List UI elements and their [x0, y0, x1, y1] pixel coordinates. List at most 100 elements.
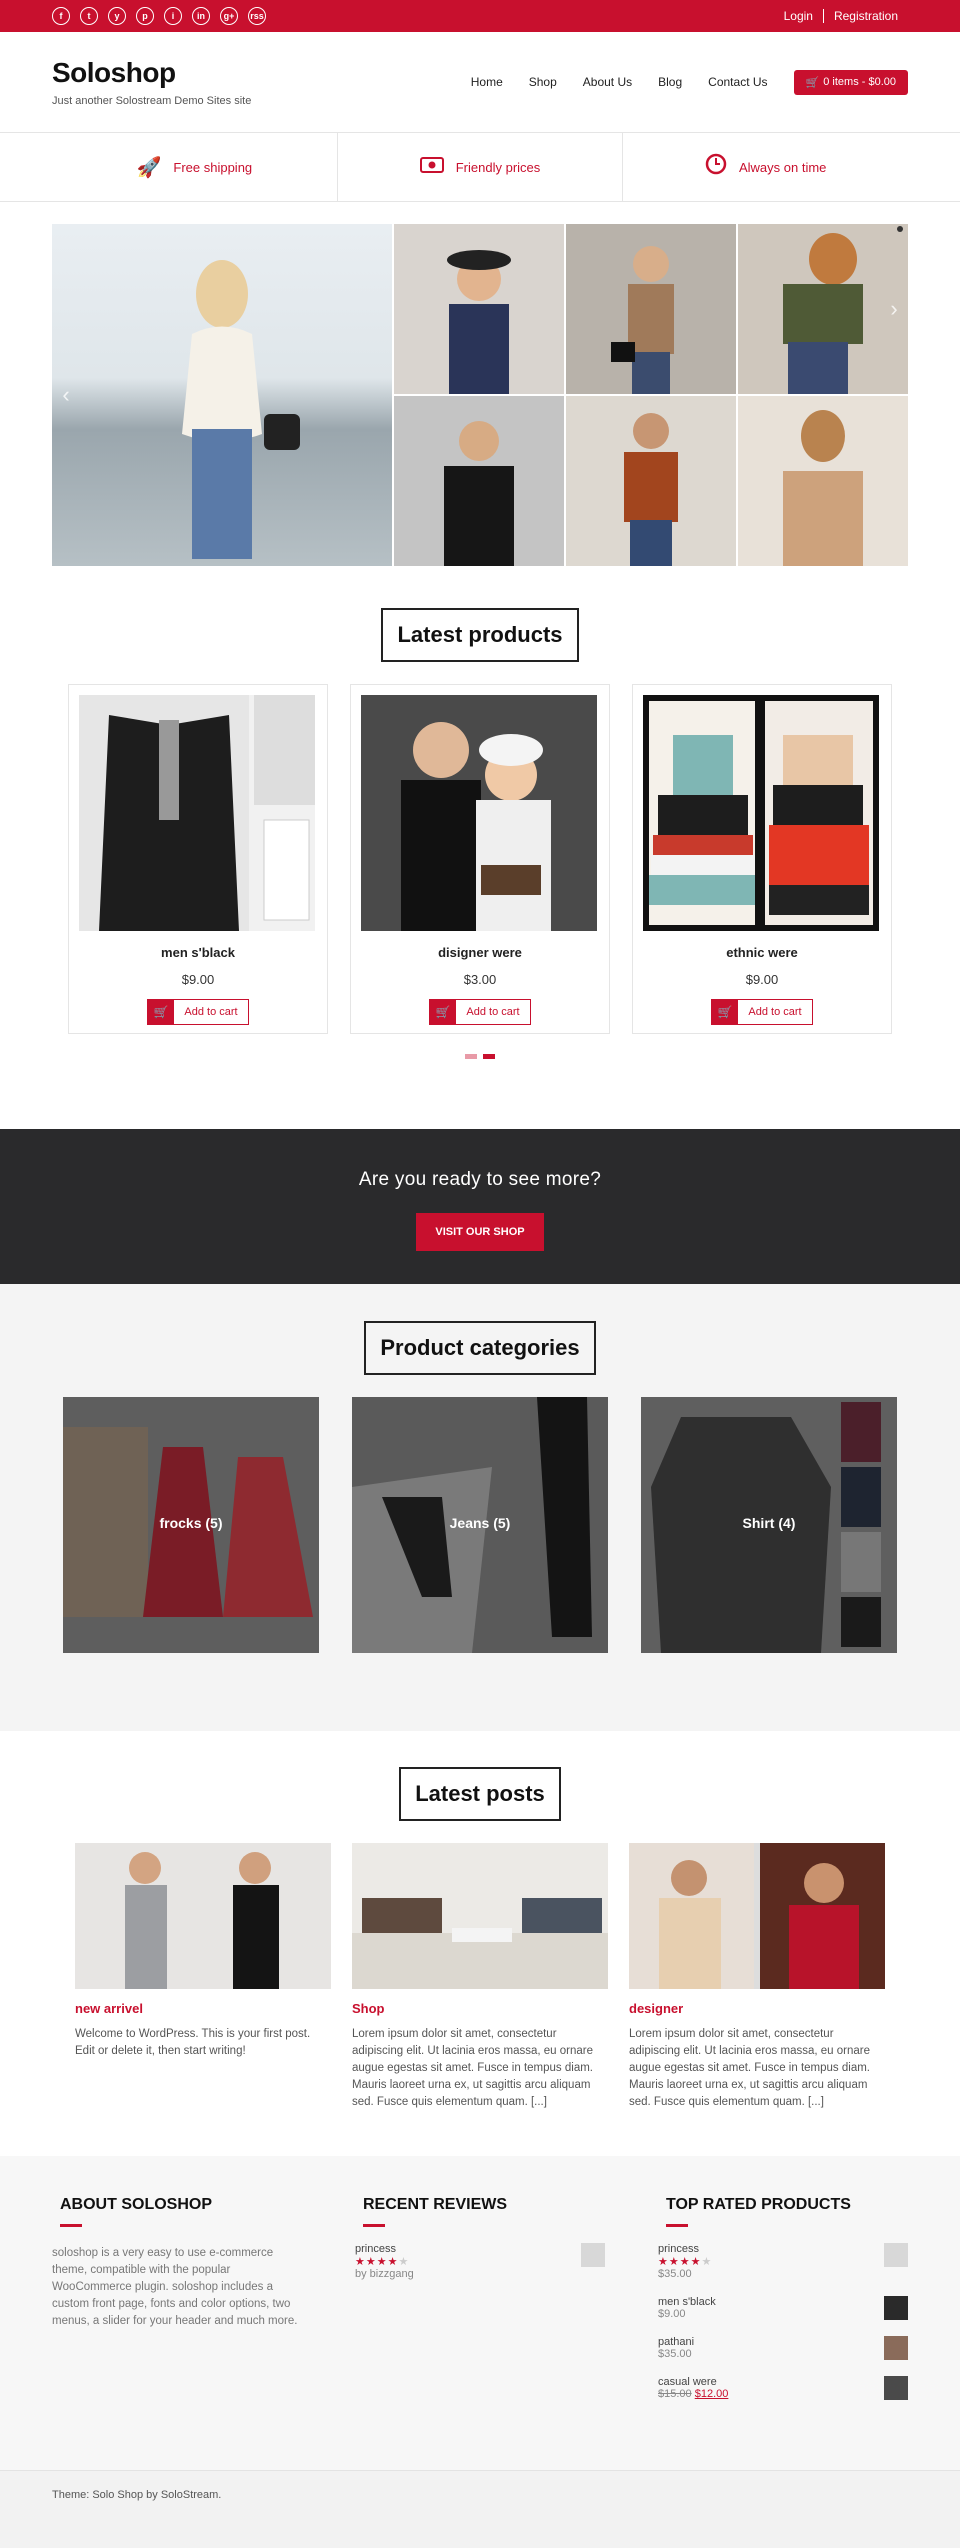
slider-prev-arrow[interactable]: ‹ — [56, 380, 76, 410]
category-label: Shirt (4) — [742, 1515, 796, 1531]
slider-image: ‹ — [52, 224, 392, 566]
widget-title: RECENT REVIEWS — [363, 2196, 508, 2213]
main-nav: Home Shop About Us Blog Contact Us 🛒 0 i… — [471, 69, 908, 95]
product-price: $35.00 — [658, 2268, 692, 2280]
features-bar: 🚀 Free shipping Friendly prices Always o… — [0, 132, 960, 202]
about-widget: ABOUT SOLOSHOP soloshop is a very easy t… — [52, 2196, 302, 2400]
about-text: soloshop is a very easy to use e-commerc… — [52, 2247, 298, 2327]
pinterest-icon[interactable]: p — [136, 7, 154, 25]
nav-about-us[interactable]: About Us — [583, 75, 632, 89]
category-label: frocks (5) — [159, 1515, 223, 1531]
post-excerpt: Lorem ipsum dolor sit amet, consectetur … — [629, 2028, 870, 2108]
star-rating: ★★★★★ — [355, 2256, 410, 2268]
post-title[interactable]: designer — [629, 2001, 885, 2016]
nav-contact-us[interactable]: Contact Us — [708, 75, 767, 89]
post-card: Shop Lorem ipsum dolor sit amet, consect… — [352, 1843, 608, 2111]
post-image[interactable] — [629, 1843, 885, 1989]
product-image[interactable] — [361, 695, 597, 931]
rss-icon[interactable]: rss — [248, 7, 266, 25]
google-plus-icon[interactable]: g+ — [220, 7, 238, 25]
youtube-icon[interactable]: y — [108, 7, 126, 25]
category-label: Jeans (5) — [449, 1515, 511, 1531]
category-tile[interactable]: frocks (5) — [63, 1397, 319, 1653]
feature-label: Friendly prices — [455, 159, 541, 175]
category-tile[interactable]: Jeans (5) — [352, 1397, 608, 1653]
nav-home[interactable]: Home — [471, 75, 503, 89]
add-to-cart-button[interactable]: 🛒 Add to cart — [147, 999, 249, 1025]
cart-icon: 🛒 — [712, 1000, 739, 1024]
slider-image — [566, 224, 736, 394]
product-carousel: men s'black $9.00 🛒 Add to cart disigner… — [68, 684, 892, 1034]
star-rating: ★★★★★ — [658, 2256, 713, 2268]
footer-credit: Theme: Solo Shop by SoloStream. — [52, 2489, 222, 2501]
post-excerpt: Welcome to WordPress. This is your first… — [75, 2028, 311, 2057]
post-excerpt: Lorem ipsum dolor sit amet, consectetur … — [352, 2028, 593, 2108]
carousel-dot[interactable] — [465, 1054, 477, 1059]
cart-icon: 🛒 — [805, 76, 820, 89]
top-bar: f t y p i in g+ rss Login Registration — [0, 0, 960, 32]
facebook-icon[interactable]: f — [52, 7, 70, 25]
product-name[interactable]: men s'black — [658, 2296, 716, 2308]
post-title[interactable]: new arrivel — [75, 2001, 331, 2016]
feature-label: Free shipping — [173, 159, 253, 175]
carousel-pagination — [0, 1054, 960, 1059]
cta-banner: Are you ready to see more? VISIT OUR SHO… — [0, 1129, 960, 1284]
widget-title: TOP RATED PRODUCTS — [666, 2196, 851, 2213]
review-item: princess ★★★★★ by bizzgang — [355, 2243, 605, 2280]
product-image[interactable] — [643, 695, 879, 931]
title-underline — [666, 2224, 688, 2227]
clock-icon — [705, 153, 727, 181]
product-name[interactable]: casual were — [658, 2376, 728, 2388]
product-name[interactable]: ethnic were — [643, 945, 881, 960]
title-underline — [363, 2224, 385, 2227]
widget-title: ABOUT SOLOSHOP — [60, 2196, 213, 2213]
product-thumbnail[interactable] — [884, 2243, 908, 2267]
product-card: disigner were $3.00 🛒 Add to cart — [350, 684, 610, 1034]
slider-image — [394, 396, 564, 566]
product-name[interactable]: princess — [658, 2243, 712, 2255]
recent-reviews-widget: RECENT REVIEWS princess ★★★★★ by bizzgan… — [355, 2196, 605, 2400]
slider-next-arrow[interactable]: › — [884, 294, 904, 324]
product-price: $35.00 — [658, 2348, 692, 2360]
top-rated-item: casual were $15.00 $12.00 — [658, 2376, 908, 2400]
post-title[interactable]: Shop — [352, 2001, 608, 2016]
add-to-cart-button[interactable]: 🛒 Add to cart — [429, 999, 531, 1025]
title-underline — [60, 2224, 82, 2227]
add-to-cart-button[interactable]: 🛒 Add to cart — [711, 999, 813, 1025]
add-to-cart-label: Add to cart — [748, 1006, 802, 1018]
site-title[interactable]: Soloshop — [52, 57, 251, 89]
slider-image — [394, 224, 564, 394]
category-tile[interactable]: Shirt (4) — [641, 1397, 897, 1653]
hero-slider: ‹ › — [52, 224, 908, 566]
cart-icon: 🛒 — [148, 1000, 175, 1024]
product-thumbnail[interactable] — [884, 2296, 908, 2320]
linkedin-icon[interactable]: in — [192, 7, 210, 25]
post-card: new arrivel Welcome to WordPress. This i… — [75, 1843, 331, 2111]
product-price: $9.00 — [745, 972, 779, 987]
visit-shop-button[interactable]: VISIT OUR SHOP — [416, 1213, 544, 1251]
nav-blog[interactable]: Blog — [658, 75, 682, 89]
post-image[interactable] — [352, 1843, 608, 1989]
registration-link[interactable]: Registration — [824, 9, 908, 23]
product-image[interactable] — [79, 695, 315, 931]
product-thumbnail[interactable] — [581, 2243, 605, 2267]
product-thumbnail[interactable] — [884, 2376, 908, 2400]
product-thumbnail[interactable] — [884, 2336, 908, 2360]
login-link[interactable]: Login — [774, 9, 823, 23]
review-product[interactable]: princess — [355, 2243, 414, 2255]
product-name[interactable]: men s'black — [79, 945, 317, 960]
sale-price: $12.00 — [694, 2388, 729, 2400]
cart-button[interactable]: 🛒 0 items - $0.00 — [793, 69, 908, 95]
carousel-dot-active[interactable] — [483, 1054, 495, 1059]
post-image[interactable] — [75, 1843, 331, 1989]
instagram-icon[interactable]: i — [164, 7, 182, 25]
site-tagline: Just another Solostream Demo Sites site — [52, 95, 252, 107]
nav-shop[interactable]: Shop — [529, 75, 557, 89]
product-name[interactable]: disigner were — [361, 945, 599, 960]
cta-text: Are you ready to see more? — [358, 1169, 602, 1190]
product-name[interactable]: pathani — [658, 2336, 694, 2348]
feature-always-on-time: Always on time — [623, 133, 908, 201]
section-title: Product categories — [364, 1321, 596, 1375]
product-categories-heading: Product categories — [0, 1321, 960, 1375]
twitter-icon[interactable]: t — [80, 7, 98, 25]
